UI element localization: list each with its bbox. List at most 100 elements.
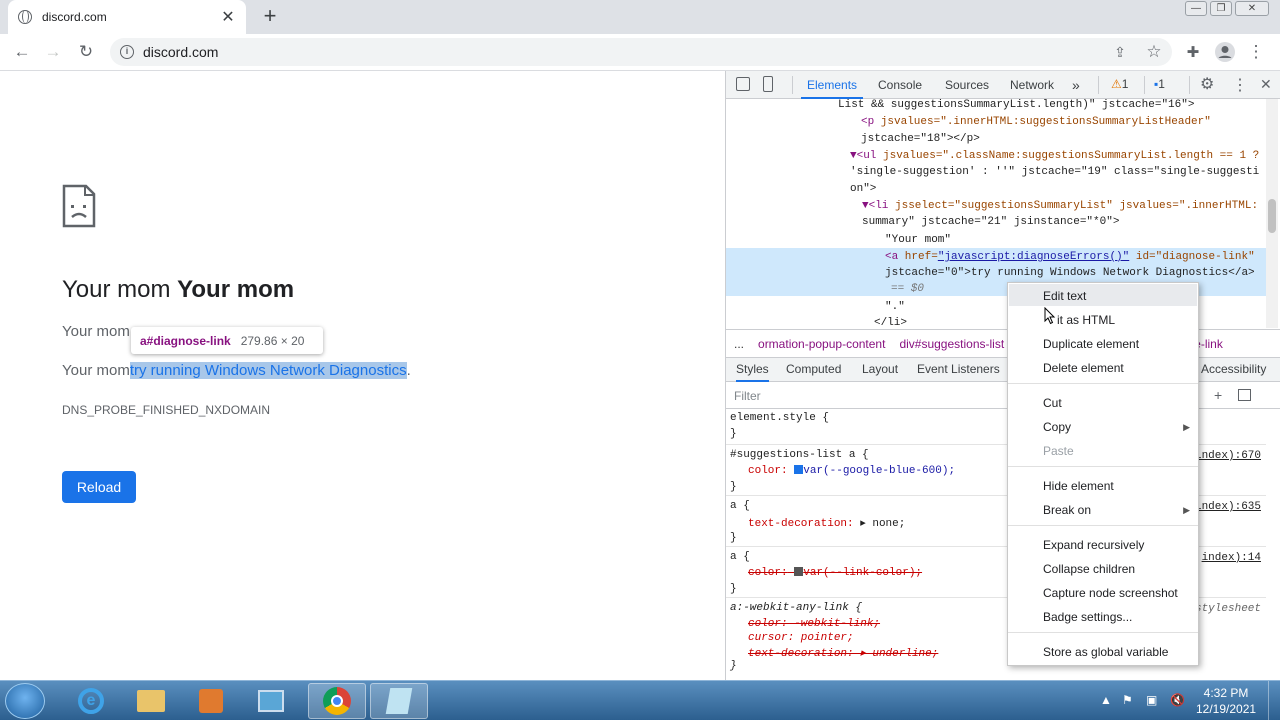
suggestion-suffix: . <box>406 362 411 379</box>
control-panel-icon[interactable] <box>244 683 298 719</box>
menu-delete-element[interactable]: Delete element <box>1043 361 1124 375</box>
dom-line[interactable]: on"> <box>850 183 876 195</box>
dom-line[interactable]: summary" jstcache="21" jsinstance="*0"> <box>862 216 1119 228</box>
action-center-flag-icon[interactable]: ⚑ <box>1122 693 1133 707</box>
mouse-cursor-icon <box>1044 307 1056 325</box>
breadcrumb-item[interactable]: ormation-popup-content <box>758 337 885 351</box>
menu-collapse-children[interactable]: Collapse children <box>1043 562 1135 576</box>
close-tab-icon[interactable]: ✕ <box>220 7 236 27</box>
divider <box>1189 76 1190 94</box>
tab-console[interactable]: Console <box>876 71 924 99</box>
menu-separator <box>1008 383 1198 384</box>
tab-computed[interactable]: Computed <box>786 358 841 382</box>
bookmark-star-icon[interactable]: ☆ <box>1142 40 1166 64</box>
suggestion-line: Your momtry running Windows Network Diag… <box>62 362 411 379</box>
diagnose-link[interactable]: try running Windows Network Diagnostics <box>129 362 407 379</box>
dom-line[interactable]: ▼<li jsselect="suggestionsSummaryList" j… <box>862 200 1258 212</box>
divider <box>1144 76 1145 94</box>
elements-scrollbar[interactable] <box>1266 99 1278 328</box>
dom-line[interactable]: "." <box>885 301 905 313</box>
inspect-element-icon[interactable] <box>736 77 750 91</box>
tab-elements[interactable]: Elements <box>801 71 864 99</box>
tab-strip: discord.com ✕ + — ❐ ✕ <box>0 0 1280 34</box>
restore-button[interactable]: ❐ <box>1210 1 1232 16</box>
tab-layout[interactable]: Layout <box>862 358 898 382</box>
close-window-button[interactable]: ✕ <box>1235 1 1269 16</box>
suggestion-prefix: Your mom <box>62 362 130 379</box>
breadcrumb-more[interactable]: ... <box>734 337 744 351</box>
new-style-rule-icon[interactable]: + <box>1214 387 1222 403</box>
menu-break-on[interactable]: Break on <box>1043 503 1091 517</box>
menu-store-global-variable[interactable]: Store as global variable <box>1043 645 1168 659</box>
dom-line[interactable]: List && suggestionsSummaryList.length)" … <box>838 99 1194 111</box>
scrollbar-thumb[interactable] <box>1268 199 1276 233</box>
rule-source-link[interactable]: index):14 <box>1202 552 1261 564</box>
color-swatch[interactable] <box>794 567 804 576</box>
profile-avatar-icon[interactable] <box>1213 40 1237 64</box>
tab-accessibility[interactable]: Accessibility <box>1201 358 1266 382</box>
dom-line[interactable]: 'single-suggestion' : ''" jstcache="19" … <box>850 166 1259 178</box>
toggle-sidebar-icon[interactable] <box>1238 389 1251 401</box>
menu-kebab-icon[interactable]: ⋮ <box>1244 40 1268 64</box>
menu-badge-settings[interactable]: Badge settings... <box>1043 610 1132 624</box>
breadcrumb-item[interactable]: div#suggestions-list <box>899 337 1004 351</box>
extensions-puzzle-icon[interactable]: ✚ <box>1181 40 1205 64</box>
menu-expand-recursively[interactable]: Expand recursively <box>1043 538 1144 552</box>
volume-muted-icon[interactable]: 🔇 <box>1170 693 1185 707</box>
error-code: DNS_PROBE_FINISHED_NXDOMAIN <box>62 403 271 417</box>
tab-network[interactable]: Network <box>1008 71 1056 99</box>
warnings-badge[interactable]: ⚠1 <box>1111 77 1128 91</box>
menu-edit-as-html[interactable]: it as HTML <box>1057 313 1115 327</box>
internet-explorer-icon[interactable]: e <box>64 683 118 719</box>
rule-source-label: stylesheet <box>1194 603 1261 615</box>
devtools-menu-icon[interactable]: ⋮ <box>1232 75 1248 95</box>
close-devtools-icon[interactable]: ✕ <box>1260 76 1272 93</box>
clock-time: 4:32 PM <box>1203 686 1249 700</box>
rule-source-link[interactable]: index):670 <box>1195 450 1261 462</box>
info-icon[interactable]: i <box>120 45 134 59</box>
menu-duplicate-element[interactable]: Duplicate element <box>1043 337 1139 351</box>
rule-source-link[interactable]: index):635 <box>1195 501 1261 513</box>
start-button[interactable] <box>5 683 45 719</box>
menu-edit-text[interactable]: Edit text <box>1043 289 1086 303</box>
tab-styles[interactable]: Styles <box>736 358 769 382</box>
tab-sources[interactable]: Sources <box>943 71 991 99</box>
system-clock[interactable]: 4:32 PM 12/19/2021 <box>1196 685 1256 717</box>
dom-line-selected[interactable]: <a href="javascript:diagnoseErrors()" id… <box>885 251 1255 263</box>
more-tabs-icon[interactable]: » <box>1072 71 1080 99</box>
menu-capture-node-screenshot[interactable]: Capture node screenshot <box>1043 586 1178 600</box>
color-swatch[interactable] <box>794 465 804 474</box>
notepad-taskbar-icon[interactable] <box>370 683 428 719</box>
tab-event-listeners[interactable]: Event Listeners <box>917 358 1000 382</box>
network-icon[interactable]: ▣ <box>1146 693 1157 707</box>
reload-icon[interactable]: ↻ <box>74 40 98 64</box>
menu-hide-element[interactable]: Hide element <box>1043 479 1114 493</box>
menu-cut[interactable]: Cut <box>1043 396 1062 410</box>
file-explorer-icon[interactable] <box>124 683 178 719</box>
dom-line[interactable]: ▼<ul jsvalues=".className:suggestionsSum… <box>850 150 1259 162</box>
menu-copy[interactable]: Copy <box>1043 420 1071 434</box>
media-player-icon[interactable] <box>184 683 238 719</box>
device-toolbar-icon[interactable] <box>763 76 773 92</box>
minimize-button[interactable]: — <box>1185 1 1207 16</box>
messages-badge[interactable]: ▪1 <box>1154 77 1165 91</box>
back-arrow-icon[interactable]: ← <box>10 40 34 64</box>
dom-line[interactable]: jstcache="18"></p> <box>861 133 980 145</box>
address-bar[interactable]: i discord.com <box>110 38 1172 66</box>
settings-gear-icon[interactable]: ⚙ <box>1200 74 1214 94</box>
dom-line[interactable]: "Your mom" <box>885 234 951 246</box>
menu-paste: Paste <box>1043 444 1074 458</box>
toolbar: ← → ↻ i discord.com ⇪ ☆ ✚ ⋮ <box>0 34 1280 71</box>
tray-expand-icon[interactable]: ▲ <box>1100 693 1112 707</box>
share-icon[interactable]: ⇪ <box>1108 40 1132 64</box>
warning-icon: ⚠ <box>1111 77 1122 91</box>
dom-line[interactable]: <p jsvalues=".innerHTML:suggestionsSumma… <box>861 116 1211 128</box>
dom-line[interactable]: </li> <box>874 317 907 328</box>
reload-button[interactable]: Reload <box>62 471 136 503</box>
chrome-taskbar-icon[interactable] <box>308 683 366 719</box>
show-desktop-button[interactable] <box>1268 681 1280 721</box>
tab-discord[interactable]: discord.com ✕ <box>8 0 246 34</box>
new-tab-button[interactable]: + <box>258 5 282 29</box>
forward-arrow-icon[interactable]: → <box>41 40 65 64</box>
dom-line-selected[interactable]: jstcache="0">try running Windows Network… <box>885 267 1255 279</box>
